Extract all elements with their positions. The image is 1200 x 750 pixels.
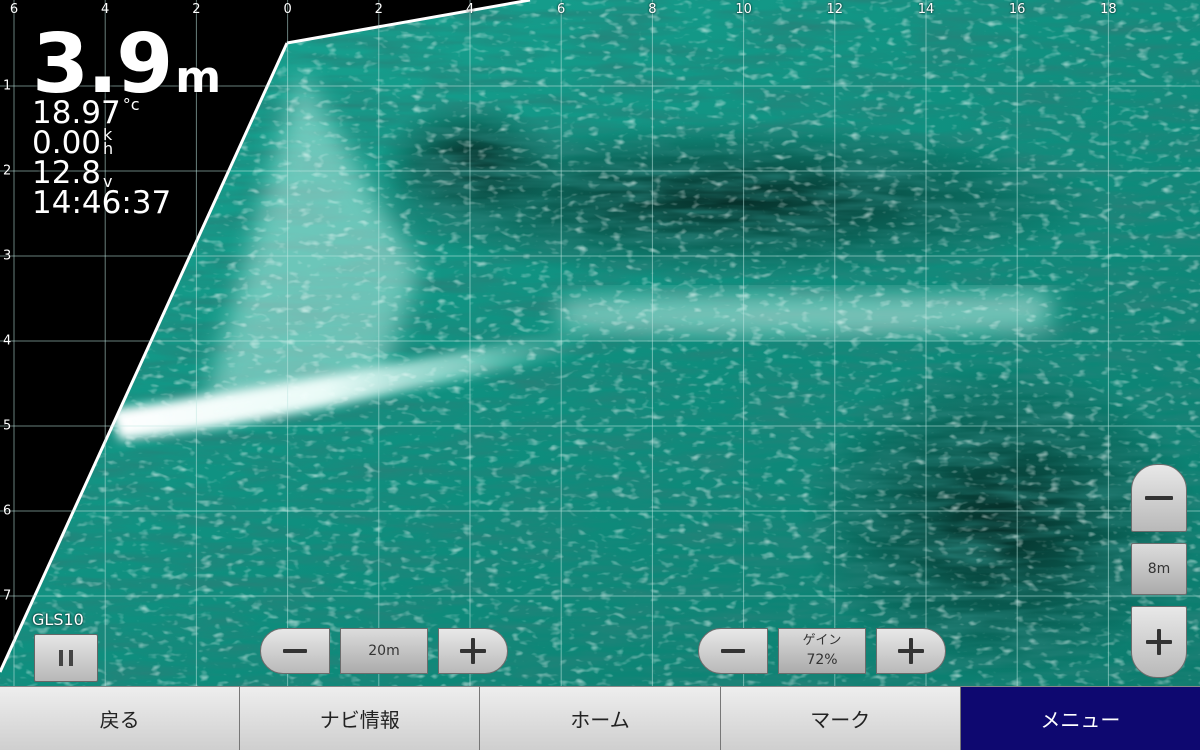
range-scale-label: 16 <box>1008 2 1026 17</box>
water-temp-unit: °c <box>122 95 140 114</box>
home-button[interactable]: ホーム <box>480 686 721 750</box>
plus-icon <box>898 638 924 664</box>
gain-increase-button[interactable] <box>876 628 946 674</box>
range-scale-label: 14 <box>917 2 935 17</box>
depth-scale-label: 1 <box>3 78 12 94</box>
zoom-value[interactable]: 8m <box>1131 543 1187 595</box>
depth-scale-label: 7 <box>3 588 12 604</box>
range-scale-label: 8 <box>648 2 657 17</box>
range-control: 20m <box>260 628 508 674</box>
gain-value[interactable]: ゲイン 72% <box>778 628 866 674</box>
depth-scale-label: 3 <box>3 248 12 264</box>
range-scale-label: 18 <box>1100 2 1117 17</box>
gain-control: ゲイン 72% <box>698 628 946 674</box>
range-scale-label: 12 <box>826 2 844 17</box>
plus-icon <box>460 638 486 664</box>
minus-icon <box>721 649 745 653</box>
range-decrease-button[interactable] <box>260 628 330 674</box>
range-increase-button[interactable] <box>438 628 508 674</box>
depth-scale-label: 5 <box>3 418 12 434</box>
depth-readout: 3.9m <box>32 24 221 106</box>
range-scale-label: 0 <box>283 2 292 17</box>
mark-button[interactable]: マーク <box>720 686 961 750</box>
range-scale-label: 2 <box>374 2 383 17</box>
depth-scale-label: 4 <box>3 333 12 349</box>
bottom-nav: 戻る ナビ情報 ホーム マーク メニュー <box>0 686 1200 750</box>
range-scale-label: 4 <box>465 2 475 17</box>
gain-decrease-button[interactable] <box>698 628 768 674</box>
navi-info-button[interactable]: ナビ情報 <box>240 686 481 750</box>
range-scale-label: 6 <box>9 2 19 17</box>
zoom-in-button[interactable] <box>1131 606 1187 678</box>
depth-scale-label: 6 <box>3 503 12 519</box>
range-scale-label: 2 <box>192 2 201 17</box>
range-value[interactable]: 20m <box>340 628 428 674</box>
zoom-out-button[interactable] <box>1131 464 1187 532</box>
menu-button[interactable]: メニュー <box>960 686 1200 750</box>
minus-icon <box>1145 496 1173 500</box>
minus-icon <box>283 649 307 653</box>
range-scale-label: 10 <box>735 2 752 17</box>
gain-label: ゲイン <box>802 632 842 648</box>
range-scale-label: 6 <box>557 2 566 17</box>
pause-icon <box>59 650 63 666</box>
pause-button[interactable] <box>34 634 98 682</box>
back-button[interactable]: 戻る <box>0 686 241 750</box>
speed-unit: kh <box>103 125 114 158</box>
transducer-label: GLS10 <box>32 610 84 629</box>
depth-unit: m <box>175 52 222 103</box>
plus-icon <box>1146 629 1172 655</box>
range-scale-label: 4 <box>101 2 110 17</box>
clock-readout: 14:46:37 <box>32 185 172 221</box>
depth-scale-label: 2 <box>3 163 12 179</box>
gain-percent: 72% <box>806 652 838 669</box>
